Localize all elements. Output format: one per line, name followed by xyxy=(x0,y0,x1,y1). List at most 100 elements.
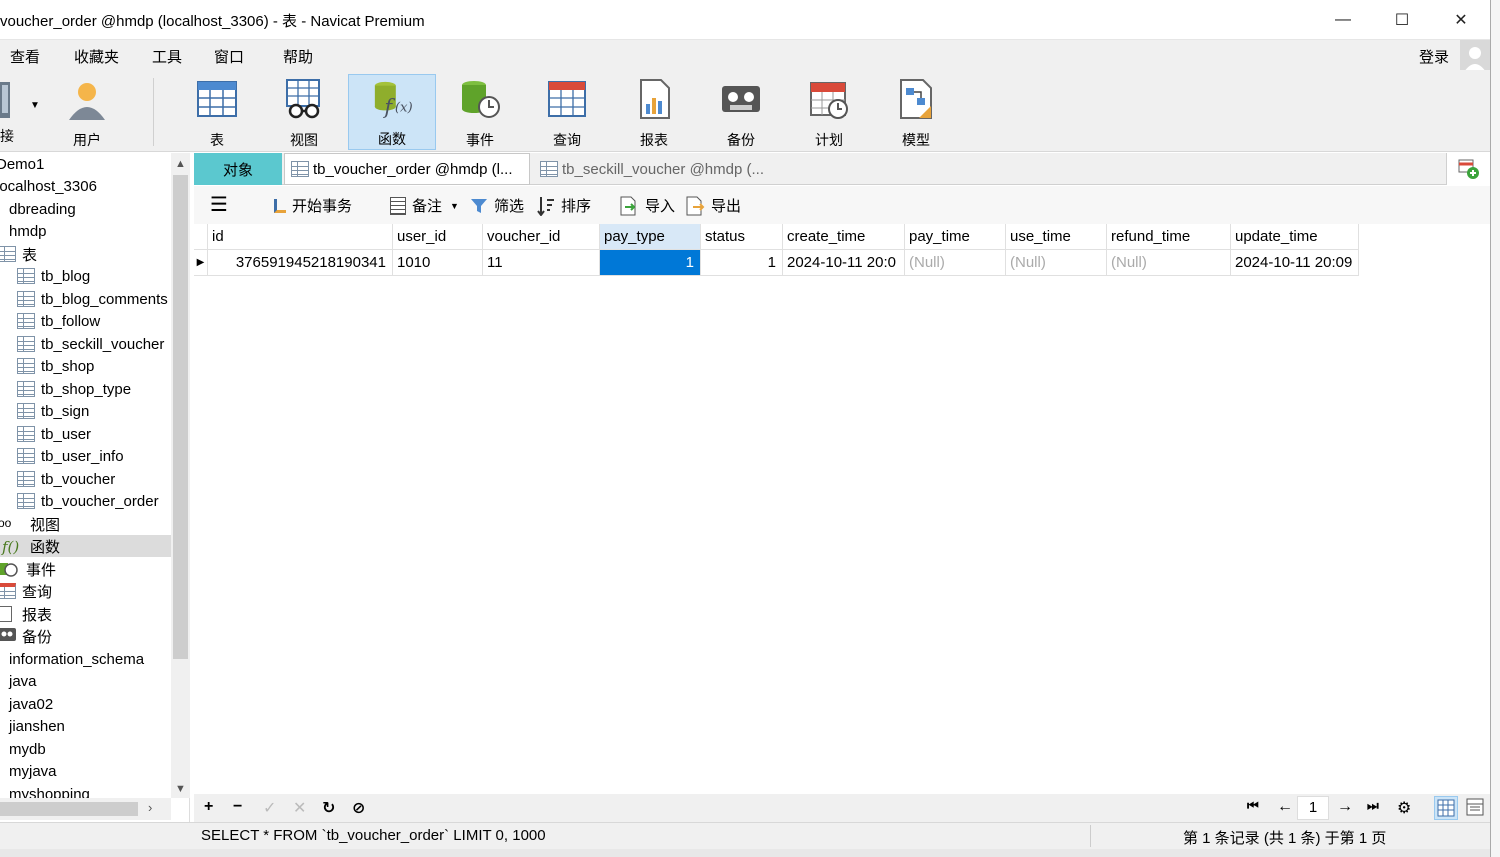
tree-node-database[interactable]: information_schema xyxy=(0,648,171,670)
menu-tools[interactable]: 工具 xyxy=(152,46,182,67)
grid-view-button[interactable] xyxy=(1434,796,1458,820)
toolbar-event-button[interactable]: 事件 xyxy=(437,74,523,150)
first-page-icon[interactable]: ⏮ xyxy=(1247,798,1259,814)
avatar[interactable] xyxy=(1460,40,1490,72)
tree-node-database[interactable]: dbreading xyxy=(0,198,171,220)
cell-id[interactable]: 376591945218190341 xyxy=(208,250,393,276)
cell-user-id[interactable]: 1010 xyxy=(393,250,483,276)
tree-node-tables-folder[interactable]: 表 xyxy=(0,243,171,265)
toolbar-table-button[interactable]: 表 xyxy=(174,74,260,150)
connection-button[interactable]: ▼ 接 xyxy=(0,78,40,150)
menu-favorites[interactable]: 收藏夹 xyxy=(74,46,119,67)
toolbar-function-button[interactable]: f (x) 函数 xyxy=(348,74,436,150)
tree-node-table[interactable]: tb_seckill_voucher xyxy=(0,333,171,355)
prev-page-icon[interactable]: ← xyxy=(1277,798,1293,816)
scroll-thumb[interactable] xyxy=(0,802,138,816)
last-page-icon[interactable]: ⏭ xyxy=(1367,798,1379,814)
tree-node-connection[interactable]: localhost_3306 xyxy=(0,175,171,197)
column-header-user-id[interactable]: user_id xyxy=(393,224,483,250)
refresh-icon[interactable]: ↻ xyxy=(322,798,335,818)
tree-node-table[interactable]: tb_voucher xyxy=(0,468,171,490)
menu-window[interactable]: 窗口 xyxy=(214,46,244,67)
tree-node-table[interactable]: tb_blog_comments xyxy=(0,288,171,310)
tree-node-table[interactable]: tb_voucher_order xyxy=(0,490,171,512)
tree-node-database[interactable]: jianshen xyxy=(0,715,171,737)
discard-changes-icon[interactable]: ✕ xyxy=(293,798,306,818)
tree-node-database[interactable]: myjava xyxy=(0,760,171,782)
tree-node-connection[interactable]: Demo1 xyxy=(0,153,171,175)
tree-node-queries-folder[interactable]: 查询 xyxy=(0,580,171,602)
menu-icon[interactable]: ☰ xyxy=(210,192,228,217)
tree-node-table[interactable]: tb_sign xyxy=(0,400,171,422)
tree-node-database[interactable]: java02 xyxy=(0,693,171,715)
cell-create-time[interactable]: 2024-10-11 20:0 xyxy=(783,250,905,276)
column-header-use-time[interactable]: use_time xyxy=(1006,224,1107,250)
tree-vertical-scrollbar[interactable]: ▲ ▼ xyxy=(171,153,190,798)
toolbar-report-button[interactable]: 报表 xyxy=(611,74,697,150)
next-page-icon[interactable]: → xyxy=(1337,798,1353,816)
tree-node-functions-folder[interactable]: f() 函数 xyxy=(0,535,171,557)
column-header-refund-time[interactable]: refund_time xyxy=(1107,224,1231,250)
column-header-voucher-id[interactable]: voucher_id xyxy=(483,224,600,250)
toolbar-schedule-button[interactable]: 计划 xyxy=(786,74,872,150)
cell-refund-time[interactable]: (Null) xyxy=(1107,250,1231,276)
import-button[interactable]: 导入 xyxy=(619,195,675,216)
close-button[interactable]: ✕ xyxy=(1432,0,1490,40)
form-view-button[interactable] xyxy=(1464,796,1488,820)
cell-voucher-id[interactable]: 11 xyxy=(483,250,600,276)
tree-node-table[interactable]: tb_user xyxy=(0,423,171,445)
toolbar-backup-button[interactable]: 备份 xyxy=(698,74,784,150)
tree-node-events-folder[interactable]: 事件 xyxy=(0,558,171,580)
tree-node-reports-folder[interactable]: 报表 xyxy=(0,603,171,625)
menu-view[interactable]: 查看 xyxy=(10,46,40,67)
row-indicator[interactable]: ▶ xyxy=(194,250,208,276)
tab-objects[interactable]: 对象 xyxy=(194,153,282,185)
cell-update-time[interactable]: 2024-10-11 20:09 xyxy=(1231,250,1359,276)
toolbar-query-button[interactable]: 查询 xyxy=(524,74,610,150)
minimize-button[interactable]: — xyxy=(1314,0,1372,40)
memo-button[interactable]: 备注 ▼ xyxy=(390,195,459,216)
begin-transaction-button[interactable]: 开始事务 xyxy=(274,195,352,216)
tree-node-database[interactable]: hmdp xyxy=(0,220,171,242)
tree-node-table[interactable]: tb_blog xyxy=(0,265,171,287)
menu-help[interactable]: 帮助 xyxy=(283,46,313,67)
cell-use-time[interactable]: (Null) xyxy=(1006,250,1107,276)
sort-button[interactable]: 排序 xyxy=(537,195,591,216)
tree-node-table[interactable]: tb_shop xyxy=(0,355,171,377)
tree-node-database[interactable]: mydb xyxy=(0,738,171,760)
tree-node-table[interactable]: tb_user_info xyxy=(0,445,171,467)
scroll-up-icon[interactable]: ▲ xyxy=(171,155,190,173)
cell-pay-time[interactable]: (Null) xyxy=(905,250,1006,276)
cell-status[interactable]: 1 xyxy=(701,250,783,276)
tree-node-database[interactable]: myshopping xyxy=(0,783,171,799)
tree-node-table[interactable]: tb_follow xyxy=(0,310,171,332)
login-link[interactable]: 登录 xyxy=(1419,46,1449,67)
apply-changes-icon[interactable]: ✓ xyxy=(263,798,276,818)
tree-horizontal-scrollbar[interactable]: › xyxy=(0,798,171,820)
tree-node-table[interactable]: tb_shop_type xyxy=(0,378,171,400)
data-grid[interactable]: id user_id voucher_id pay_type status cr… xyxy=(194,224,1490,794)
scroll-thumb[interactable] xyxy=(173,175,188,659)
scroll-right-icon[interactable]: › xyxy=(148,800,152,815)
column-header-create-time[interactable]: create_time xyxy=(783,224,905,250)
column-header-pay-time[interactable]: pay_time xyxy=(905,224,1006,250)
new-tab-button[interactable] xyxy=(1446,153,1490,185)
toolbar-model-button[interactable]: 模型 xyxy=(873,74,959,150)
toolbar-view-button[interactable]: 视图 xyxy=(261,74,347,150)
settings-gear-icon[interactable]: ⚙ xyxy=(1397,798,1411,818)
tree-node-database[interactable]: java xyxy=(0,670,171,692)
filter-button[interactable]: 筛选 xyxy=(470,195,524,216)
export-button[interactable]: 导出 xyxy=(685,195,741,216)
maximize-button[interactable]: ☐ xyxy=(1373,0,1431,40)
object-tree[interactable]: Demo1 localhost_3306 dbreading hmdp 表 tb… xyxy=(0,153,171,798)
column-header-update-time[interactable]: update_time xyxy=(1231,224,1359,250)
add-record-icon[interactable]: + xyxy=(204,798,213,816)
page-number-input[interactable]: 1 xyxy=(1297,796,1329,820)
toolbar-user-button[interactable]: 用户 xyxy=(44,74,130,150)
tab-seckill-voucher[interactable]: tb_seckill_voucher @hmdp (... xyxy=(534,153,954,185)
column-header-pay-type[interactable]: pay_type xyxy=(600,224,701,250)
tab-voucher-order[interactable]: tb_voucher_order @hmdp (l... xyxy=(284,153,530,185)
column-header-id[interactable]: id xyxy=(208,224,393,250)
stop-icon[interactable]: ⊘ xyxy=(352,798,365,818)
column-header-status[interactable]: status xyxy=(701,224,783,250)
